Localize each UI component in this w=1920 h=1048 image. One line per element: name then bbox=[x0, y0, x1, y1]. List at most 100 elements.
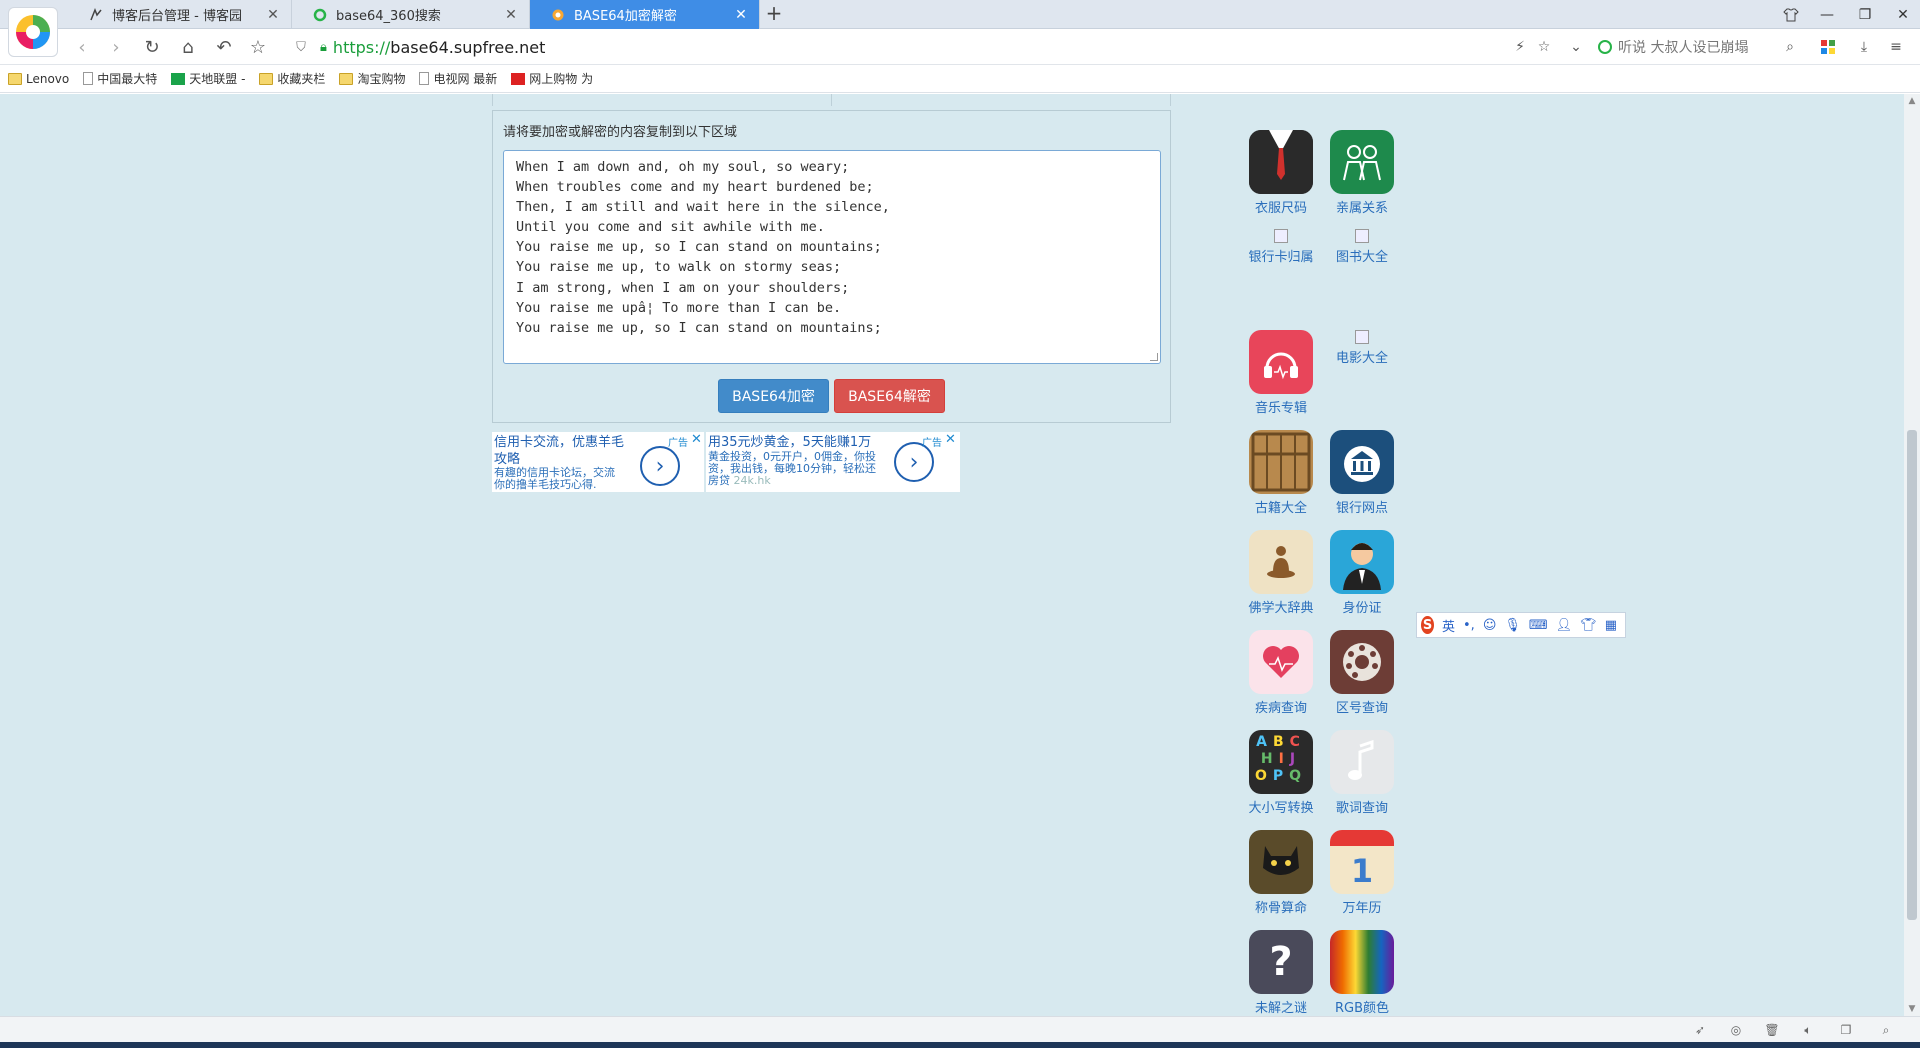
base64-panel: 请将要加密或解密的内容复制到以下区域 When I am down and, o… bbox=[492, 110, 1171, 423]
url-host: base64.supfree.net bbox=[390, 37, 546, 57]
new-tab-button[interactable]: + bbox=[762, 2, 786, 26]
close-icon[interactable]: ✕ bbox=[945, 432, 956, 447]
text-line: You raise me up, so I can stand on mount… bbox=[516, 319, 882, 336]
keyboard-icon[interactable]: ⌨ bbox=[1529, 618, 1548, 633]
user-icon[interactable]: 👤︎ bbox=[1556, 618, 1573, 633]
app-label: 电影大全 bbox=[1335, 351, 1388, 366]
tab-360search[interactable]: base64_360搜索 ✕ bbox=[292, 0, 530, 29]
forward-icon[interactable]: › bbox=[104, 35, 128, 59]
close-window-icon[interactable]: ✕ bbox=[1884, 0, 1920, 29]
scroll-thumb[interactable] bbox=[1907, 430, 1917, 920]
tab-base64[interactable]: BASE64加密解密 ✕ bbox=[530, 0, 760, 29]
favorite-star-icon[interactable]: ☆ bbox=[1532, 35, 1556, 59]
app-label: 疾病查询 bbox=[1254, 701, 1307, 716]
resize-handle[interactable] bbox=[1150, 353, 1158, 361]
app-bone-weighing[interactable]: 称骨算命 bbox=[1241, 830, 1321, 916]
app-mysteries[interactable]: ? 未解之谜 bbox=[1241, 930, 1321, 1016]
tab-cnblogs[interactable]: 博客后台管理 - 博客园 ✕ bbox=[68, 0, 292, 29]
app-family-relation[interactable]: 亲属关系 bbox=[1322, 130, 1402, 216]
app-area-code[interactable]: 区号查询 bbox=[1322, 630, 1402, 716]
folder-icon bbox=[259, 72, 274, 85]
bookmark-item[interactable]: 电视网 最新 bbox=[419, 70, 497, 87]
restore-icon[interactable]: ❐ bbox=[1846, 0, 1884, 29]
encode-button[interactable]: BASE64加密 bbox=[718, 379, 829, 413]
lock-icon[interactable]: 🔒︎ bbox=[320, 40, 327, 55]
ad-tag: 广告 bbox=[668, 438, 688, 449]
speaker-icon[interactable]: 🔈︎ bbox=[1800, 1022, 1816, 1038]
window-icon[interactable]: ❐ bbox=[1838, 1022, 1854, 1038]
shield-icon[interactable]: ⛉ bbox=[292, 38, 310, 56]
shirt-icon[interactable]: 👕︎ bbox=[1580, 618, 1597, 633]
bookmark-label: 天地联盟 - bbox=[189, 72, 246, 86]
app-label: 万年历 bbox=[1342, 901, 1382, 916]
url-field[interactable]: ⛉ 🔒︎ https://base64.supfree.net bbox=[292, 33, 1562, 61]
page-icon bbox=[83, 72, 94, 85]
ad-banner-gold[interactable]: 用35元炒黄金，5天能赚1万 黄金投资，0元开户，0佣金，你投 资，我出钱，每晚1… bbox=[706, 432, 960, 492]
ime-toolbar[interactable]: S 英 •, ☺ 🎙︎ ⌨ 👤︎ 👕︎ ▦ bbox=[1416, 612, 1626, 638]
app-bank-card[interactable]: 银行卡归属 bbox=[1241, 229, 1321, 265]
emoji-icon[interactable]: ☺ bbox=[1483, 618, 1497, 633]
microphone-icon[interactable]: 🎙︎ bbox=[1504, 618, 1521, 633]
close-icon[interactable]: ✕ bbox=[503, 7, 519, 23]
app-movies[interactable]: 电影大全 bbox=[1322, 330, 1402, 366]
search-icon[interactable]: ⌕ bbox=[1778, 35, 1802, 59]
download-icon[interactable]: ⤓ bbox=[1852, 35, 1876, 59]
browser-logo[interactable] bbox=[8, 7, 58, 57]
chevron-down-icon[interactable]: ⌄ bbox=[1564, 35, 1588, 59]
apps-grid-icon[interactable] bbox=[1816, 35, 1840, 59]
search-input[interactable]: 听说 大叔人设已崩塌 bbox=[1598, 33, 1788, 61]
app-buddhism-dict[interactable]: 佛学大辞典 bbox=[1241, 530, 1321, 616]
zoom-icon[interactable]: ⌕ bbox=[1878, 1022, 1894, 1038]
minimize-icon[interactable]: — bbox=[1808, 0, 1846, 29]
app-ancient-books[interactable]: 古籍大全 bbox=[1241, 430, 1321, 516]
ime-punct[interactable]: •, bbox=[1463, 618, 1475, 633]
speed-icon[interactable]: ◎ bbox=[1728, 1022, 1744, 1038]
app-bank-branch[interactable]: 银行网点 bbox=[1322, 430, 1402, 516]
reload-icon[interactable]: ↻ bbox=[140, 35, 164, 59]
text-line: When I am down and, oh my soul, so weary… bbox=[516, 159, 850, 175]
app-music-album[interactable]: 音乐专辑 bbox=[1241, 330, 1321, 416]
star-icon[interactable]: ☆ bbox=[246, 35, 270, 59]
sogou-icon[interactable]: S bbox=[1421, 616, 1434, 634]
home-icon[interactable]: ⌂ bbox=[176, 35, 200, 59]
page-scrollbar[interactable]: ▲ ▼ bbox=[1904, 94, 1920, 1016]
trash-icon[interactable]: 🗑︎ bbox=[1764, 1022, 1780, 1038]
app-books[interactable]: 图书大全 bbox=[1322, 229, 1402, 265]
app-label: 音乐专辑 bbox=[1254, 401, 1307, 416]
back-icon[interactable]: ‹ bbox=[70, 35, 94, 59]
close-icon[interactable]: ✕ bbox=[691, 432, 702, 447]
app-clothing-size[interactable]: 衣服尺码 bbox=[1241, 130, 1321, 216]
lightning-icon[interactable]: ⚡︎ bbox=[1508, 35, 1532, 59]
url-text[interactable]: https://base64.supfree.net bbox=[333, 38, 545, 57]
ime-lang[interactable]: 英 bbox=[1442, 616, 1455, 635]
bookmark-item[interactable]: 天地联盟 - bbox=[171, 70, 245, 87]
close-icon[interactable]: ✕ bbox=[733, 7, 749, 23]
app-id-card[interactable]: 身份证 bbox=[1322, 530, 1402, 616]
red-icon bbox=[511, 72, 526, 85]
bookmark-item[interactable]: 中国最大特 bbox=[83, 70, 157, 87]
bookmark-label: 电视网 最新 bbox=[433, 72, 498, 86]
content-textarea[interactable]: When I am down and, oh my soul, so weary… bbox=[503, 150, 1161, 364]
rocket-icon[interactable]: ➶ bbox=[1692, 1022, 1708, 1038]
bookmark-item[interactable]: Lenovo bbox=[8, 72, 69, 86]
app-lyrics[interactable]: 歌词查询 bbox=[1322, 730, 1402, 816]
bookmark-item[interactable]: 网上购物 为 bbox=[511, 70, 593, 87]
grid-icon[interactable]: ▦ bbox=[1605, 618, 1617, 633]
bookmark-item[interactable]: 淘宝购物 bbox=[339, 70, 405, 87]
scroll-down-icon[interactable]: ▼ bbox=[1904, 1002, 1920, 1016]
person-icon bbox=[1330, 530, 1394, 594]
decode-button[interactable]: BASE64解密 bbox=[834, 379, 945, 413]
app-disease-query[interactable]: 疾病查询 bbox=[1241, 630, 1321, 716]
ad-banner-credit[interactable]: 信用卡交流，优惠羊毛 攻略 有趣的信用卡论坛，交流 你的撸羊毛技巧心得. › 广告 … bbox=[492, 432, 704, 492]
undo-icon[interactable]: ↶ bbox=[212, 35, 236, 59]
tab-title: BASE64加密解密 bbox=[574, 9, 677, 24]
scroll-up-icon[interactable]: ▲ bbox=[1904, 94, 1920, 108]
app-rgb-color[interactable]: RGB颜色 bbox=[1322, 930, 1402, 1016]
app-calendar[interactable]: 1 万年历 bbox=[1322, 830, 1402, 916]
close-icon[interactable]: ✕ bbox=[265, 7, 281, 23]
bookmark-item[interactable]: 收藏夹栏 bbox=[259, 70, 325, 87]
shirt-skin-icon[interactable] bbox=[1772, 0, 1810, 29]
menu-icon[interactable]: ≡ bbox=[1884, 35, 1908, 59]
chevron-right-icon[interactable]: › bbox=[640, 446, 680, 486]
app-case-convert[interactable]: ABC HIJ OPQ 大小写转换 bbox=[1241, 730, 1321, 816]
